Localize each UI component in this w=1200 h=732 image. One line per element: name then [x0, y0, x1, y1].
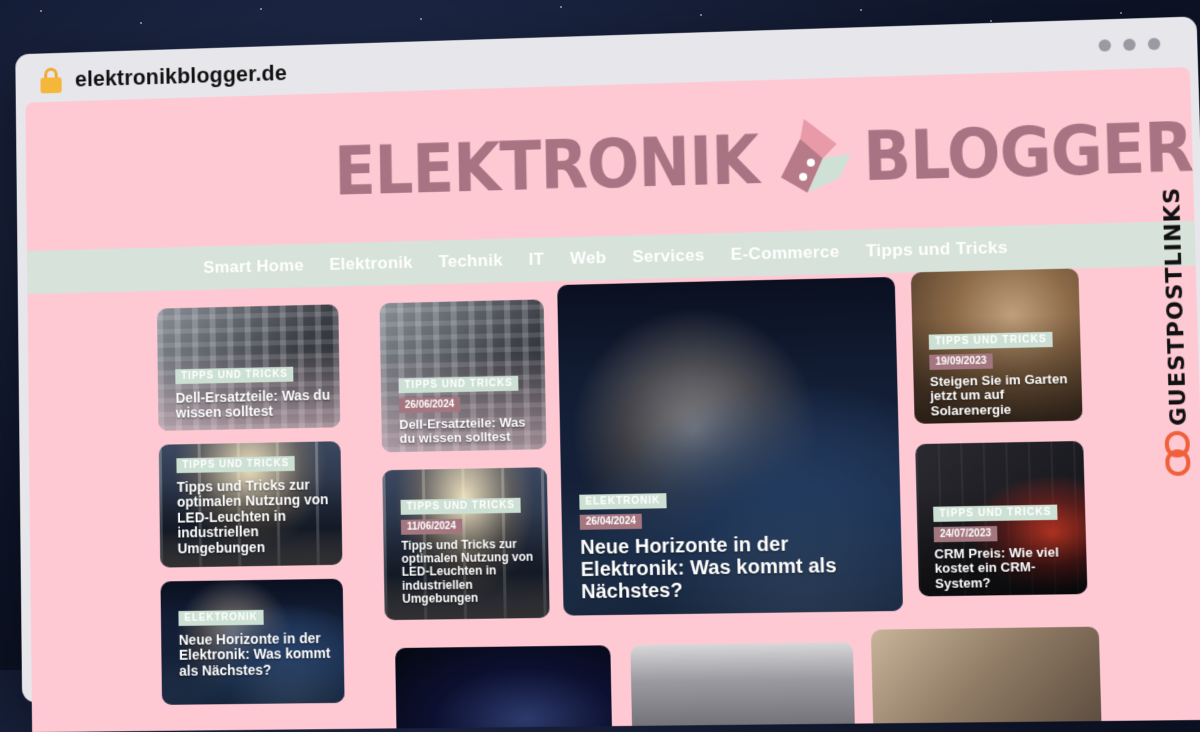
nav-item-tipps-und-tricks[interactable]: Tipps und Tricks	[866, 238, 1009, 262]
post-title[interactable]: Neue Horizonte in der Elektronik: Was ko…	[580, 532, 884, 603]
browser-chrome: elektronikblogger.de ELEKTRONIK BLOGGER …	[15, 16, 1200, 732]
post-date: 11/06/2024	[400, 518, 463, 535]
nav-item-services[interactable]: Services	[632, 245, 705, 267]
address-bar[interactable]: elektronikblogger.de	[40, 57, 287, 96]
post-title[interactable]: Dell-Ersatzteile: Was du wissen solltest	[399, 415, 538, 447]
category-tag[interactable]: ELEKTRONIK	[579, 493, 667, 510]
post-date: 19/09/2023	[929, 353, 993, 370]
post-card[interactable]: TIPPS UND TRICKS Tipps und Tricks zur op…	[158, 441, 343, 568]
category-tag[interactable]: TIPPS UND TRICKS	[175, 366, 294, 385]
nav-item-e-commerce[interactable]: E-Commerce	[731, 242, 840, 265]
post-card[interactable]: TIPPS UND TRICKS Dell-Ersatzteile: Was d…	[156, 304, 341, 431]
window-menu-dots[interactable]	[1098, 37, 1161, 52]
post-title[interactable]: Steigen Sie im Garten jetzt um auf Solar…	[930, 371, 1075, 418]
post-card[interactable]	[395, 645, 613, 732]
post-card[interactable]	[870, 626, 1102, 732]
nav-item-elektronik[interactable]: Elektronik	[329, 253, 413, 275]
category-tag[interactable]: TIPPS UND TRICKS	[398, 375, 519, 394]
page-viewport: ELEKTRONIK BLOGGER Smart Home Elektronik	[25, 67, 1200, 732]
post-card[interactable]: TIPPS UND TRICKS 24/07/2023 CRM Preis: W…	[915, 440, 1088, 597]
post-image	[630, 642, 856, 732]
post-image	[870, 626, 1102, 732]
post-card[interactable]	[630, 642, 856, 732]
post-title[interactable]: Tipps und Tricks zur optimalen Nutzung v…	[177, 477, 335, 556]
guestpostlinks-banner[interactable]: GUESTPOSTLINKS	[1148, 126, 1200, 432]
post-card[interactable]: TIPPS UND TRICKS 11/06/2024 Tipps und Tr…	[382, 467, 550, 621]
banner-text: GUESTPOSTLINKS	[1159, 186, 1193, 427]
category-tag[interactable]: TIPPS UND TRICKS	[933, 504, 1058, 522]
site-logo[interactable]: ELEKTRONIK BLOGGER	[333, 101, 1194, 215]
category-tag[interactable]: ELEKTRONIK	[178, 609, 264, 626]
lock-icon	[40, 67, 62, 94]
category-tag[interactable]: TIPPS UND TRICKS	[928, 331, 1054, 350]
category-tag[interactable]: TIPPS UND TRICKS	[176, 455, 296, 474]
logo-text-left: ELEKTRONIK	[333, 119, 760, 210]
dot-icon	[1123, 38, 1136, 51]
browser-window: elektronikblogger.de ELEKTRONIK BLOGGER …	[9, 0, 1200, 732]
post-title[interactable]: CRM Preis: Wie viel kostet ein CRM-Syste…	[934, 544, 1079, 591]
post-date: 24/07/2023	[933, 525, 998, 543]
logo-mark-icon	[766, 113, 857, 201]
post-date: 26/04/2024	[579, 513, 643, 530]
post-date: 26/06/2024	[398, 396, 461, 414]
post-card[interactable]: TIPPS UND TRICKS 19/09/2023 Steigen Sie …	[910, 268, 1083, 424]
post-title[interactable]: Neue Horizonte in der Elektronik: Was ko…	[179, 630, 337, 679]
post-title[interactable]: Tipps und Tricks zur optimalen Nutzung v…	[401, 537, 541, 606]
featured-post-card[interactable]: ELEKTRONIK 26/04/2024 Neue Horizonte in …	[557, 276, 904, 616]
post-card[interactable]: ELEKTRONIK Neue Horizonte in der Elektro…	[160, 578, 345, 705]
dot-icon	[1098, 39, 1112, 52]
post-card[interactable]: TIPPS UND TRICKS 26/06/2024 Dell-Ersatzt…	[379, 299, 547, 453]
category-tag[interactable]: TIPPS UND TRICKS	[400, 497, 522, 515]
url-text[interactable]: elektronikblogger.de	[75, 60, 287, 92]
post-title[interactable]: Dell-Ersatzteile: Was du wissen solltest	[175, 387, 333, 422]
dot-icon	[1147, 37, 1161, 51]
nav-item-it[interactable]: IT	[528, 250, 544, 270]
nav-item-web[interactable]: Web	[570, 248, 607, 269]
link-icon	[1163, 431, 1191, 476]
post-image	[395, 645, 613, 732]
nav-item-technik[interactable]: Technik	[438, 251, 503, 272]
logo-text-right: BLOGGER	[862, 107, 1194, 196]
nav-item-smart-home[interactable]: Smart Home	[203, 256, 304, 278]
